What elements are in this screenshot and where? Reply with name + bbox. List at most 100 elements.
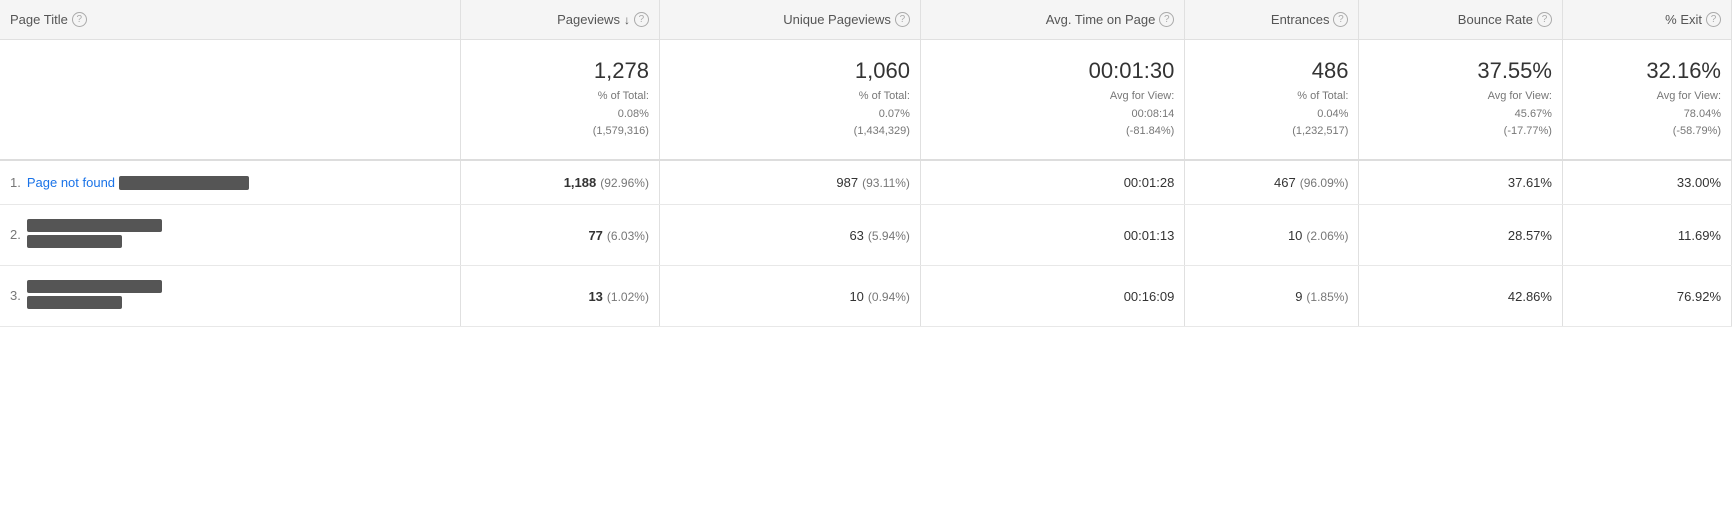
table-row: 1. Page not found 1,188(92.96%) 987 (93.11%)… [0,160,1732,205]
avg-time-cell: 00:01:28 [920,160,1184,205]
summary-unique-pv-cell: 1,060 % of Total: 0.07% (1,434,329) [659,40,920,160]
summary-bounce-cell: 37.55% Avg for View: 45.67% (-17.77%) [1359,40,1563,160]
upv-sub1: % of Total: [859,90,910,102]
summary-pageviews-main: 1,278 [471,58,649,84]
avg-time-cell: 00:16:09 [920,266,1184,327]
bounce-value: 28.57% [1508,228,1552,243]
unique-pv-value: 10 [849,289,863,304]
pageviews-pct: (92.96%) [600,176,649,190]
summary-entrances-main: 486 [1195,58,1348,84]
summary-row: 1,278 % of Total: 0.08% (1,579,316) 1,06… [0,40,1732,160]
unique-pv-cell: 987 (93.11%) [659,160,920,205]
col-page-title-label: Page Title [10,12,68,27]
col-unique-pageviews-label: Unique Pageviews [783,12,891,27]
col-entrances-label: Entrances [1271,12,1330,27]
col-exit: % Exit ? [1562,0,1731,40]
col-bounce-rate: Bounce Rate ? [1359,0,1563,40]
unique-pv-value: 987 [836,175,858,190]
entrances-help-icon[interactable]: ? [1333,12,1348,27]
ent-sub1: % of Total: [1297,90,1348,102]
summary-unique-pv-sub: % of Total: 0.07% (1,434,329) [670,88,910,141]
avg-time-help-icon[interactable]: ? [1159,12,1174,27]
page-title-cell: 3. [0,266,460,327]
summary-avg-time-sub: Avg for View: 00:08:14 (-81.84%) [931,88,1174,141]
exit-value: 11.69% [1678,228,1721,243]
summary-pageviews-sub: % of Total: 0.08% (1,579,316) [471,88,649,141]
pageviews-cell: 1,188(92.96%) [460,160,659,205]
at-sub3: (-81.84%) [1126,125,1174,137]
summary-pageviews-cell: 1,278 % of Total: 0.08% (1,579,316) [460,40,659,160]
avg-time-value: 00:16:09 [1124,289,1175,304]
summary-entrances-sub: % of Total: 0.04% (1,232,517) [1195,88,1348,141]
pageviews-help-icon[interactable]: ? [634,12,649,27]
ent-sub3: (1,232,517) [1292,125,1348,137]
pv-sub2: 0.08% [618,108,649,120]
redacted-line-1 [27,280,162,293]
pageviews-pct: (6.03%) [607,229,649,243]
redacted-line-1 [27,219,162,232]
page-title-cell: 2. [0,205,460,266]
redacted-title [27,280,162,312]
avg-time-cell: 00:01:13 [920,205,1184,266]
entrances-cell: 10 (2.06%) [1185,205,1359,266]
summary-avg-time-cell: 00:01:30 Avg for View: 00:08:14 (-81.84%… [920,40,1184,160]
redacted-line-2 [27,235,122,248]
summary-bounce-sub: Avg for View: 45.67% (-17.77%) [1369,88,1552,141]
pv-sub1: % of Total: [598,90,649,102]
col-pageviews-label: Pageviews [557,12,620,27]
br-sub3: (-17.77%) [1504,125,1552,137]
entrances-cell: 9(1.85%) [1185,266,1359,327]
entrances-pct: (2.06%) [1306,229,1348,243]
upv-sub2: 0.07% [879,108,910,120]
pageviews-value: 77 [588,228,602,243]
summary-exit-sub: Avg for View: 78.04% (-58.79%) [1573,88,1721,141]
page-title-help-icon[interactable]: ? [72,12,87,27]
col-pageviews: Pageviews ↓ ? [460,0,659,40]
exit-help-icon[interactable]: ? [1706,12,1721,27]
bounce-help-icon[interactable]: ? [1537,12,1552,27]
unique-pv-pct: (93.11%) [862,176,910,190]
exit-cell: 76.92% [1562,266,1731,327]
upv-sub3: (1,434,329) [854,125,910,137]
ex-sub3: (-58.79%) [1673,125,1721,137]
sort-arrow-icon[interactable]: ↓ [624,13,630,27]
entrances-pct: (1.85%) [1306,290,1348,304]
unique-pv-help-icon[interactable]: ? [895,12,910,27]
summary-entrances-cell: 486 % of Total: 0.04% (1,232,517) [1185,40,1359,160]
summary-avg-time-main: 00:01:30 [931,58,1174,84]
col-avg-time-label: Avg. Time on Page [1046,12,1156,27]
redacted-title [27,219,162,251]
redacted-bar [119,176,249,190]
br-sub2: 45.67% [1515,108,1552,120]
bounce-value: 42.86% [1508,289,1552,304]
entrances-value: 10 [1288,228,1302,243]
redacted-line-2 [27,296,122,309]
col-exit-label: % Exit [1665,12,1702,27]
bounce-rate-cell: 37.61% [1359,160,1563,205]
summary-exit-cell: 32.16% Avg for View: 78.04% (-58.79%) [1562,40,1731,160]
avg-time-value: 00:01:28 [1124,175,1175,190]
col-page-title: Page Title ? [0,0,460,40]
col-unique-pageviews: Unique Pageviews ? [659,0,920,40]
exit-cell: 11.69% [1562,205,1731,266]
table-row: 2. 77 (6.03%) 63 (5.94%) 00:01:13 10 (2.06%) 28.… [0,205,1732,266]
row-number: 3. [10,288,21,303]
page-title-link[interactable]: Page not found [27,175,115,190]
col-avg-time: Avg. Time on Page ? [920,0,1184,40]
unique-pv-pct: (5.94%) [868,229,910,243]
ex-sub1: Avg for View: [1657,90,1721,102]
exit-cell: 33.00% [1562,160,1731,205]
unique-pv-value: 63 [849,228,863,243]
ex-sub2: 78.04% [1684,108,1721,120]
at-sub2: 00:08:14 [1131,108,1174,120]
col-bounce-rate-label: Bounce Rate [1458,12,1533,27]
unique-pv-cell: 10(0.94%) [659,266,920,327]
pageviews-cell: 13(1.02%) [460,266,659,327]
row-number: 1. [10,175,21,190]
summary-exit-main: 32.16% [1573,58,1721,84]
avg-time-value: 00:01:13 [1124,228,1175,243]
pageviews-cell: 77 (6.03%) [460,205,659,266]
pageviews-value: 1,188 [564,175,597,190]
table-row: 3. 13(1.02%)10(0.94%) 00:16:09 9(1.85%) 42.8… [0,266,1732,327]
unique-pv-cell: 63 (5.94%) [659,205,920,266]
